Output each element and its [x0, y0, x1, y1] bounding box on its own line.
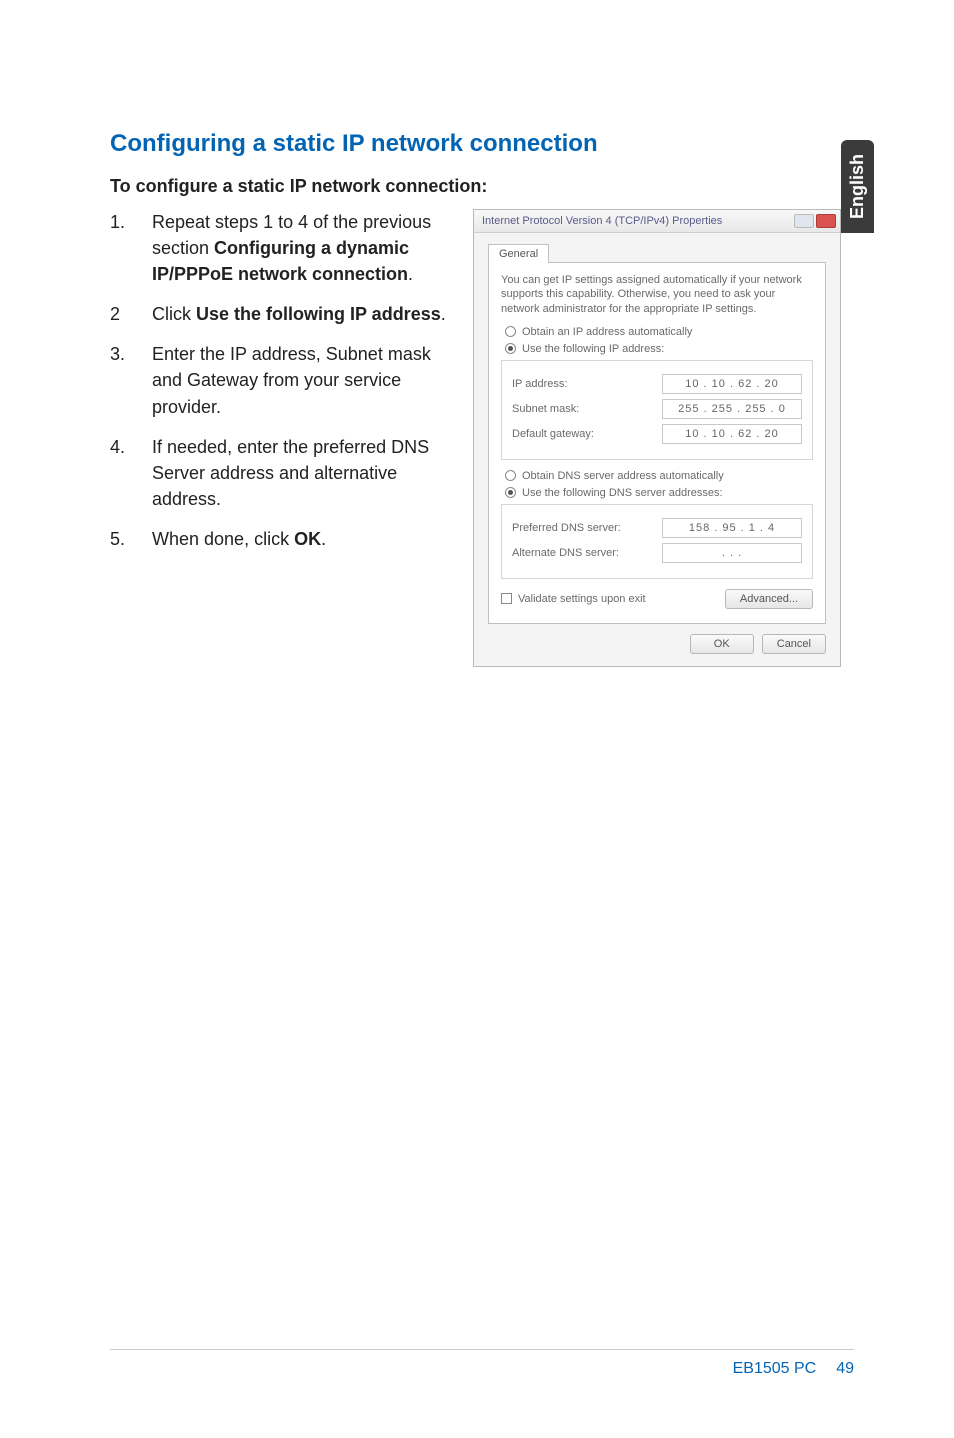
ip-address-field[interactable]: 10 . 10 . 62 . 20: [662, 374, 802, 394]
step-text: If needed, enter the preferred DNS Serve…: [152, 434, 455, 512]
advanced-button[interactable]: Advanced...: [725, 589, 813, 609]
instruction-list: 1. Repeat steps 1 to 4 of the previous s…: [110, 209, 455, 566]
list-item: 4. If needed, enter the preferred DNS Se…: [110, 434, 455, 512]
dialog-description: You can get IP settings assigned automat…: [501, 273, 813, 316]
radio-label: Obtain DNS server address automatically: [522, 470, 724, 482]
radio-icon: [505, 343, 516, 354]
preferred-dns-label: Preferred DNS server:: [512, 522, 662, 534]
ipv4-properties-dialog: Internet Protocol Version 4 (TCP/IPv4) P…: [473, 209, 841, 667]
step-text-pre: If needed, enter the preferred DNS Serve…: [152, 437, 429, 509]
step-number: 2: [110, 301, 152, 327]
step-text-pre: When done, click: [152, 529, 294, 549]
radio-icon: [505, 470, 516, 481]
ok-button[interactable]: OK: [690, 634, 754, 654]
default-gateway-field[interactable]: 10 . 10 . 62 . 20: [662, 424, 802, 444]
radio-use-dns[interactable]: Use the following DNS server addresses:: [505, 487, 813, 499]
language-tab: English: [841, 140, 874, 233]
dialog-titlebar: Internet Protocol Version 4 (TCP/IPv4) P…: [474, 210, 840, 233]
step-text-post: .: [408, 264, 413, 284]
step-number: 3.: [110, 341, 152, 419]
step-text-bold: OK: [294, 529, 321, 549]
ip-fieldgroup: IP address: 10 . 10 . 62 . 20 Subnet mas…: [501, 360, 813, 460]
dialog-title: Internet Protocol Version 4 (TCP/IPv4) P…: [482, 215, 722, 227]
footer-model: EB1505 PC: [733, 1360, 817, 1378]
radio-label: Use the following IP address:: [522, 343, 664, 355]
radio-obtain-dns[interactable]: Obtain DNS server address automatically: [505, 470, 813, 482]
step-text-post: .: [321, 529, 326, 549]
step-number: 1.: [110, 209, 152, 287]
step-text-pre: Enter the IP address, Subnet mask and Ga…: [152, 344, 431, 416]
checkbox-label: Validate settings upon exit: [518, 593, 646, 605]
subnet-mask-label: Subnet mask:: [512, 403, 662, 415]
cancel-button[interactable]: Cancel: [762, 634, 826, 654]
step-text-post: .: [441, 304, 446, 324]
step-number: 5.: [110, 526, 152, 552]
step-text-pre: Click: [152, 304, 196, 324]
validate-checkbox[interactable]: Validate settings upon exit: [501, 593, 646, 605]
alternate-dns-field[interactable]: . . .: [662, 543, 802, 563]
step-number: 4.: [110, 434, 152, 512]
step-text: Click Use the following IP address.: [152, 301, 455, 327]
tab-general[interactable]: General: [488, 244, 549, 263]
sub-title: To configure a static IP network connect…: [110, 176, 854, 197]
radio-icon: [505, 326, 516, 337]
radio-label: Use the following DNS server addresses:: [522, 487, 723, 499]
page-footer: EB1505 PC 49: [110, 1349, 854, 1378]
section-title: Configuring a static IP network connecti…: [110, 130, 854, 158]
checkbox-icon: [501, 593, 512, 604]
radio-label: Obtain an IP address automatically: [522, 326, 692, 338]
default-gateway-label: Default gateway:: [512, 428, 662, 440]
radio-use-ip[interactable]: Use the following IP address:: [505, 343, 813, 355]
step-text: Enter the IP address, Subnet mask and Ga…: [152, 341, 455, 419]
radio-obtain-ip[interactable]: Obtain an IP address automatically: [505, 326, 813, 338]
alternate-dns-label: Alternate DNS server:: [512, 547, 662, 559]
list-item: 1. Repeat steps 1 to 4 of the previous s…: [110, 209, 455, 287]
footer-page-number: 49: [836, 1360, 854, 1378]
ip-address-label: IP address:: [512, 378, 662, 390]
list-item: 3. Enter the IP address, Subnet mask and…: [110, 341, 455, 419]
radio-icon: [505, 487, 516, 498]
step-text: When done, click OK.: [152, 526, 455, 552]
list-item: 5. When done, click OK.: [110, 526, 455, 552]
close-icon[interactable]: [816, 214, 836, 228]
step-text: Repeat steps 1 to 4 of the previous sect…: [152, 209, 455, 287]
subnet-mask-field[interactable]: 255 . 255 . 255 . 0: [662, 399, 802, 419]
step-text-bold: Use the following IP address: [196, 304, 441, 324]
dialog-panel: You can get IP settings assigned automat…: [488, 262, 826, 624]
list-item: 2 Click Use the following IP address.: [110, 301, 455, 327]
preferred-dns-field[interactable]: 158 . 95 . 1 . 4: [662, 518, 802, 538]
help-icon[interactable]: [794, 214, 814, 228]
dns-fieldgroup: Preferred DNS server: 158 . 95 . 1 . 4 A…: [501, 504, 813, 579]
